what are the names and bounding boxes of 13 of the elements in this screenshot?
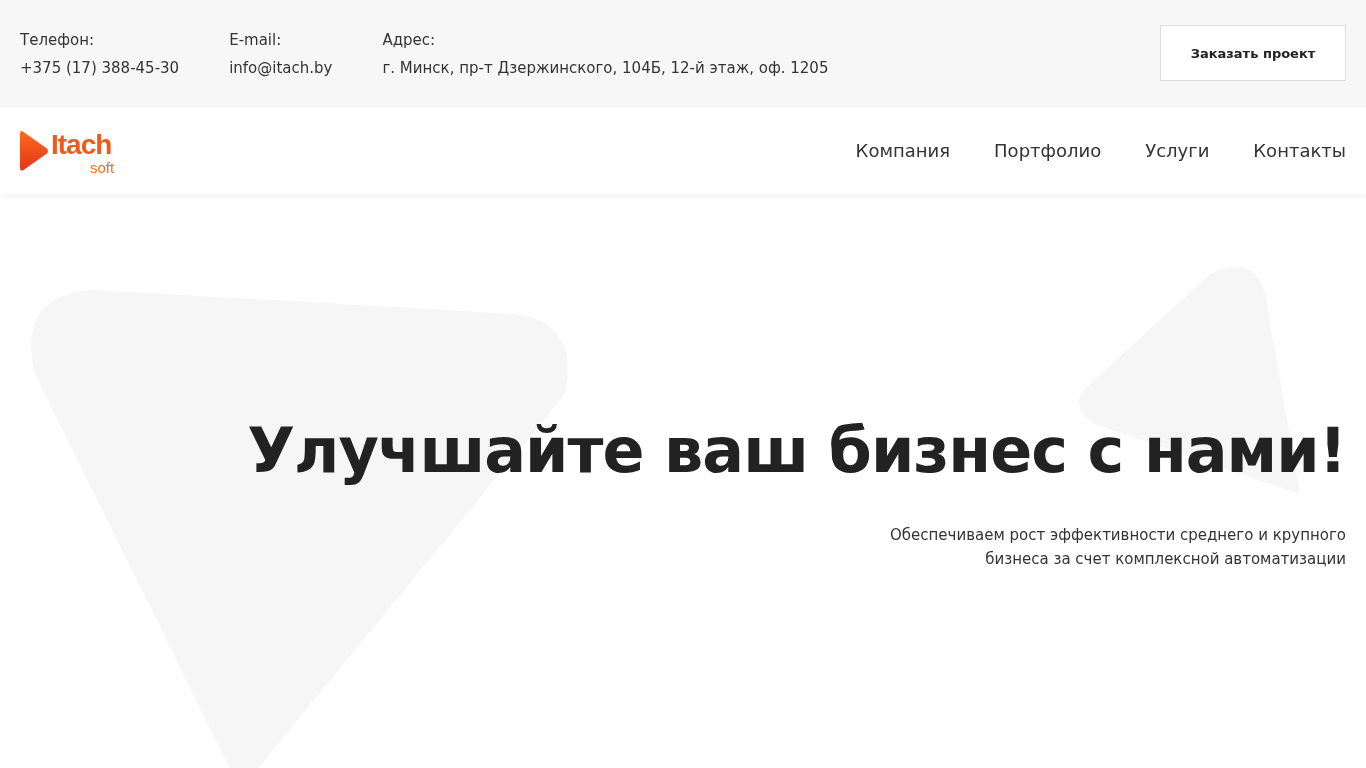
nav-link[interactable]: Портфолио	[994, 140, 1102, 161]
contact-label: Адрес:	[382, 30, 437, 49]
nav-link[interactable]: Компания	[855, 140, 951, 161]
contact-value: +375 (17) 388-45-30	[20, 58, 180, 77]
hero-subtitle: Обеспечиваем рост эффективности среднего и крупного бизнеса за счет комплексной автоматизации	[889, 525, 1346, 570]
hero-title: Улучшайте ваш бизнес с нами!	[247, 414, 1346, 487]
contact-label: Телефон:	[20, 30, 96, 49]
contact-value: г. Минск, пр-т Дзержинского, 104Б, 12-й этаж, оф. 1205	[382, 58, 829, 77]
nav-link[interactable]: Контакты	[1253, 140, 1346, 161]
contact-value: info@itach.by	[229, 58, 333, 77]
contact-label: E-mail:	[229, 30, 283, 49]
order-project-button[interactable]: Заказать проект	[1160, 25, 1346, 81]
nav-link[interactable]: Услуги	[1145, 140, 1210, 161]
